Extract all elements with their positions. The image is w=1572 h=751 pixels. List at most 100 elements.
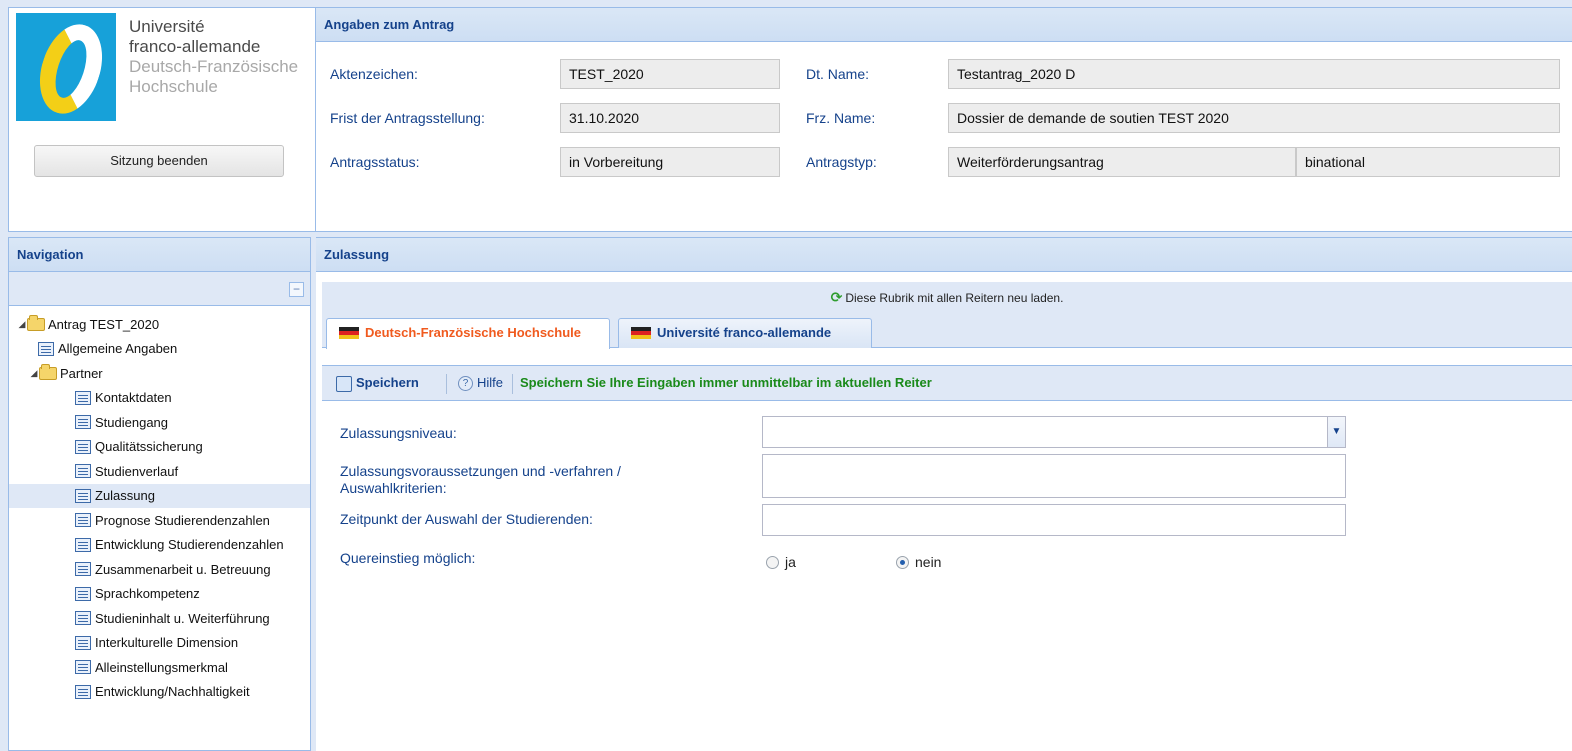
tree-item-label: Prognose Studierendenzahlen (95, 512, 270, 528)
zulassungsniveau-label: Zulassungsniveau: (340, 425, 457, 441)
form-icon (75, 635, 91, 650)
tab-label: Deutsch-Französische Hochschule (365, 325, 581, 340)
aktenzeichen-value: TEST_2020 (560, 59, 780, 89)
tree-item-label: Qualitätssicherung (95, 439, 203, 455)
form-icon (75, 660, 91, 675)
tree-item-sprachkompetenz[interactable]: Sprachkompetenz (9, 582, 310, 607)
folder-icon (39, 363, 57, 380)
tree-item-label: Sprachkompetenz (95, 586, 200, 602)
expanded-arrow-icon[interactable]: ◢ (17, 319, 27, 330)
tab-ufa[interactable]: Université franco-allemande (618, 318, 872, 348)
navigation-toolbar: − (9, 272, 310, 306)
tree-item-label: Zusammenarbeit u. Betreuung (95, 561, 271, 577)
tree-item-prognose-studierendenzahlen[interactable]: Prognose Studierendenzahlen (9, 508, 310, 533)
tree-item-studienverlauf[interactable]: Studienverlauf (9, 459, 310, 484)
zulassungsniveau-select[interactable]: ▼ (762, 416, 1346, 448)
tree-root-label: Antrag TEST_2020 (48, 316, 160, 332)
logo-text: Université franco-allemande Deutsch-Fran… (129, 17, 298, 97)
antragstyp-binational: binational (1296, 147, 1560, 177)
tree-item-alleinstellungsmerkmal[interactable]: Alleinstellungsmerkmal (9, 655, 310, 680)
flag-icon (631, 327, 651, 339)
logo-line-2: franco-allemande (129, 37, 261, 56)
form-icon (75, 513, 91, 528)
status-value: in Vorbereitung (560, 147, 780, 177)
form-icon (75, 488, 91, 503)
tree-root[interactable]: ◢ Antrag TEST_2020 (9, 312, 310, 337)
radio-ja[interactable]: ja (766, 554, 796, 570)
main-header: Zulassung (316, 238, 1572, 272)
navigation-header: Navigation (9, 238, 310, 272)
logo-panel: Université franco-allemande Deutsch-Fran… (8, 7, 316, 232)
voraussetzungen-label-line-2: Auswahlkriterien: (340, 480, 447, 496)
tree-item-qualitätssicherung[interactable]: Qualitätssicherung (9, 435, 310, 460)
tree-item-kontaktdaten[interactable]: Kontaktdaten (9, 386, 310, 411)
expanded-arrow-icon[interactable]: ◢ (29, 368, 39, 379)
help-button[interactable]: ? Hilfe (458, 366, 503, 400)
voraussetzungen-textarea[interactable] (762, 454, 1346, 498)
tree-item-studieninhalt-u-weiterführung[interactable]: Studieninhalt u. Weiterführung (9, 606, 310, 631)
tree-item-label: Alleinstellungsmerkmal (95, 659, 228, 675)
dt-name-value: Testantrag_2020 D (948, 59, 1560, 89)
save-button[interactable]: Speichern (336, 366, 419, 400)
help-icon: ? (458, 376, 473, 392)
aktenzeichen-label: Aktenzeichen: (330, 66, 418, 82)
tree-item-label: Interkulturelle Dimension (95, 635, 239, 651)
form-icon (75, 586, 91, 601)
logo-line-3: Deutsch-Französische (129, 57, 299, 76)
tab-dfh[interactable]: Deutsch-Französische Hochschule (326, 318, 610, 349)
form-icon (75, 439, 91, 454)
application-info-panel: Angaben zum Antrag Aktenzeichen: TEST_20… (316, 7, 1572, 232)
tree-item-label: Allgemeine Angaben (58, 341, 178, 357)
form-icon (75, 684, 91, 699)
radio-ja-label: ja (785, 554, 796, 570)
radio-nein-button[interactable] (896, 555, 909, 569)
quereinstieg-label: Quereinstieg möglich: (340, 550, 476, 566)
save-hint: Speichern Sie Ihre Eingaben immer unmitt… (520, 375, 932, 390)
chevron-down-icon[interactable]: ▼ (1327, 417, 1345, 447)
tree-item-label: Kontaktdaten (95, 390, 172, 406)
tree-item-zulassung[interactable]: Zulassung (9, 483, 310, 508)
frz-name-value: Dossier de demande de soutien TEST 2020 (948, 103, 1560, 133)
tree-item-partner[interactable]: ◢ Partner (9, 361, 310, 386)
form-icon (75, 464, 91, 479)
navigation-panel: Navigation − ◢ Antrag TEST_2020 Allgemei… (8, 237, 311, 751)
form-icon (75, 415, 91, 430)
zeitpunkt-label: Zeitpunkt der Auswahl der Studierenden: (340, 511, 593, 527)
tree-item-label: Partner (60, 365, 103, 381)
radio-nein[interactable]: nein (896, 554, 941, 570)
tree-item-label: Studieninhalt u. Weiterführung (95, 610, 270, 626)
form-icon (75, 611, 91, 626)
tab-strip: Deutsch-Französische Hochschule Universi… (322, 308, 1572, 349)
radio-ja-button[interactable] (766, 555, 779, 569)
collapse-all-button[interactable]: − (289, 282, 304, 297)
tree-item-label: Entwicklung Studierendenzahlen (95, 537, 284, 553)
main-panel: Zulassung ⟳ Diese Rubrik mit allen Reiter… (316, 237, 1572, 751)
dt-name-label: Dt. Name: (806, 66, 870, 82)
logo-line-4: Hochschule (129, 77, 218, 96)
tree-item-entwicklung-studierendenzahlen[interactable]: Entwicklung Studierendenzahlen (9, 533, 310, 558)
tree-item-label: Studiengang (95, 414, 169, 430)
tree-item-label: Studienverlauf (95, 463, 179, 479)
voraussetzungen-label: Zulassungsvoraussetzungen und -verfahren… (340, 463, 621, 497)
help-label: Hilfe (477, 375, 504, 390)
save-icon (336, 375, 352, 392)
flag-icon (339, 327, 359, 339)
form-icon (75, 562, 91, 577)
frist-label: Frist der Antragsstellung: (330, 110, 485, 126)
app-frame: Université franco-allemande Deutsch-Fran… (0, 0, 1572, 751)
dfh-logo-icon (16, 13, 116, 121)
tree-item-interkulturelle-dimension[interactable]: Interkulturelle Dimension (9, 631, 310, 656)
tree-item-studiengang[interactable]: Studiengang (9, 410, 310, 435)
antragstyp-value: Weiterförderungsantrag (948, 147, 1296, 177)
end-session-button[interactable]: Sitzung beenden (34, 145, 284, 177)
tree-item-allgemeine-angaben[interactable]: Allgemeine Angaben (9, 337, 310, 362)
zeitpunkt-input[interactable] (762, 504, 1346, 536)
tree-item-entwicklung-nachhaltigkeit[interactable]: Entwicklung/Nachhaltigkeit (9, 680, 310, 705)
tree-item-label: Entwicklung/Nachhaltigkeit (95, 684, 250, 700)
frz-name-label: Frz. Name: (806, 110, 876, 126)
reload-text[interactable]: Diese Rubrik mit allen Reitern neu laden… (845, 291, 1063, 305)
tree-item-zusammenarbeit-u-betreuung[interactable]: Zusammenarbeit u. Betreuung (9, 557, 310, 582)
antragstyp-label: Antragstyp: (806, 154, 877, 170)
reload-bar[interactable]: ⟳ Diese Rubrik mit allen Reitern neu lade… (322, 282, 1572, 308)
voraussetzungen-label-line-1: Zulassungsvoraussetzungen und -verfahren… (340, 463, 621, 479)
